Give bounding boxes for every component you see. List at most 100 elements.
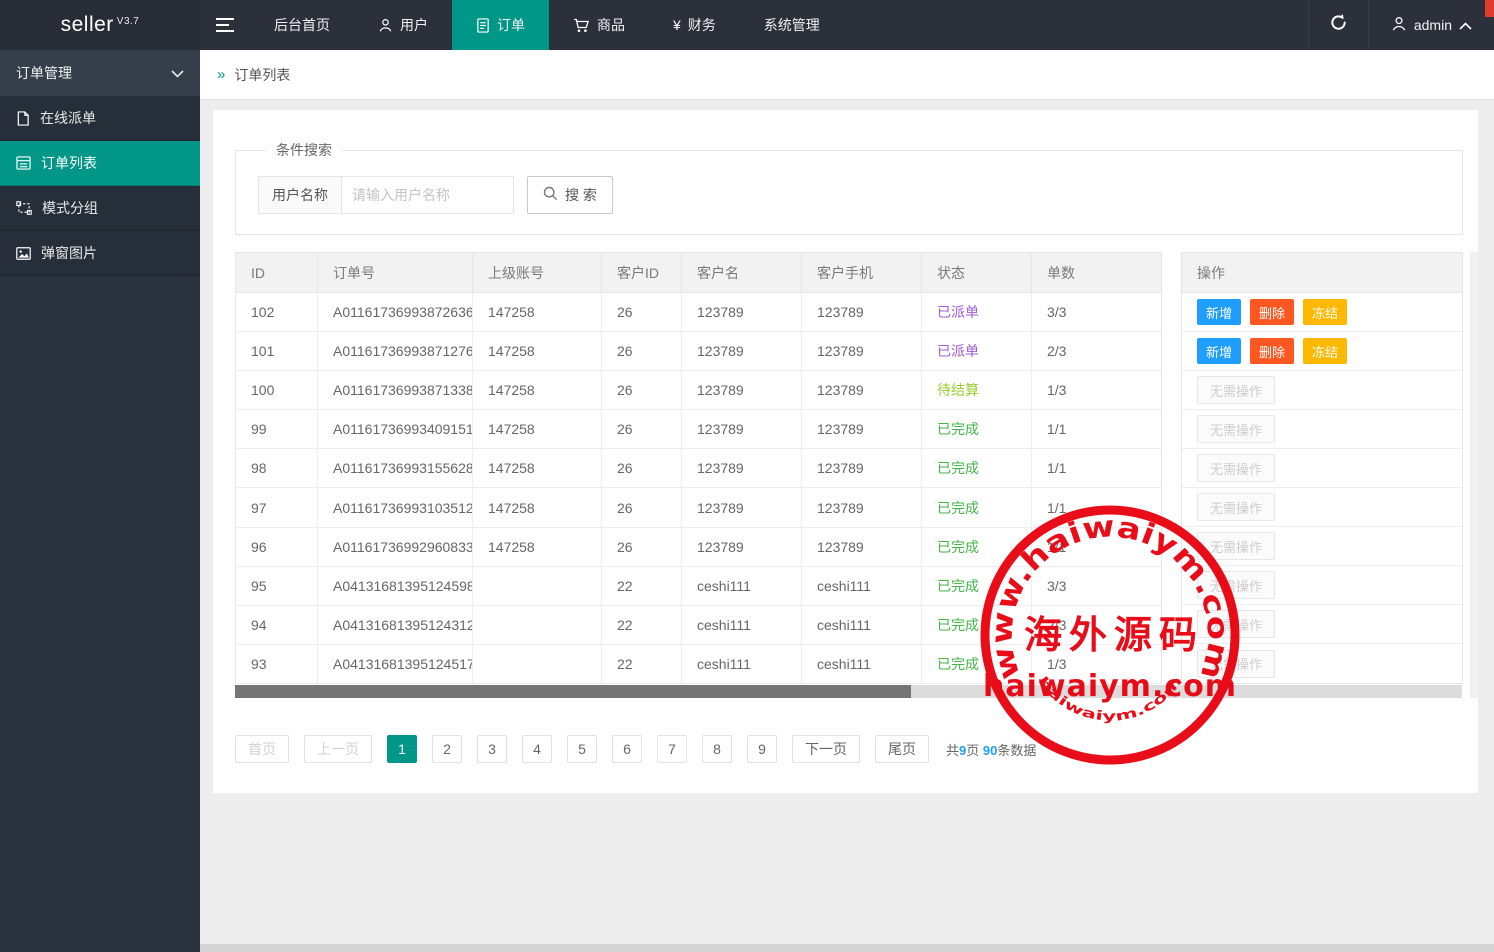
data-cell: 2/3 [1032, 332, 1162, 371]
data-cell: A01161736993871338 [318, 371, 473, 410]
column-header: 上级账号 [473, 253, 602, 293]
data-cell: 1/3 [1032, 371, 1162, 410]
freeze-button[interactable]: 冻结 [1303, 299, 1347, 325]
page-number-button[interactable]: 2 [432, 735, 462, 763]
nav-item-label: 用户 [400, 15, 428, 35]
data-cell: 123789 [682, 293, 802, 332]
vertical-scrollbar[interactable] [1470, 252, 1478, 698]
sidebar-item-mode-group[interactable]: 模式分组 [0, 186, 200, 231]
sidebar-item-label: 弹窗图片 [41, 243, 97, 263]
horizontal-scrollbar-thumb[interactable] [235, 685, 911, 698]
page-number-button[interactable]: 8 [702, 735, 732, 763]
data-cell [473, 644, 602, 683]
nav-item-label: 订单 [497, 15, 525, 35]
nav-item-home[interactable]: 后台首页 [250, 0, 354, 50]
table-row: 101A011617369938712761472582612378912378… [236, 332, 1162, 371]
data-cell: A01161736993872636 [318, 293, 473, 332]
data-cell: 147258 [473, 527, 602, 566]
data-cell: 93 [236, 644, 318, 683]
table-row: 96A0116173699296083314725826123789123789… [236, 527, 1162, 566]
data-cell: ceshi111 [682, 605, 802, 644]
admin-menu[interactable]: admin [1368, 0, 1494, 50]
sidebar-item-order-list[interactable]: 订单列表 [0, 141, 200, 186]
search-button[interactable]: 搜 索 [527, 176, 613, 214]
delete-button[interactable]: 删除 [1250, 299, 1294, 325]
chevron-down-icon [171, 65, 184, 81]
page-number-button[interactable]: 9 [747, 735, 777, 763]
status-cell: 已完成 [922, 410, 1032, 449]
status-badge: 已完成 [937, 460, 979, 476]
sidebar-group-order-management[interactable]: 订单管理 [0, 50, 200, 96]
status-cell: 已完成 [922, 488, 1032, 527]
nav-item-finance[interactable]: ¥财务 [649, 0, 740, 50]
data-cell: 123789 [802, 449, 922, 488]
no-action-button: 无需操作 [1197, 454, 1275, 482]
search-legend: 条件搜索 [266, 140, 342, 160]
order-table: ID订单号上级账号客户ID客户名客户手机状态单数 102A01161736993… [235, 252, 1478, 684]
freeze-button[interactable]: 冻结 [1303, 338, 1347, 364]
actions-row: 无需操作 [1182, 449, 1462, 488]
top-navbar: seller V3.7 后台首页用户订单商品¥财务系统管理 admin [0, 0, 1494, 50]
page-number-button: 1 [387, 735, 417, 763]
data-cell: 147258 [473, 488, 602, 527]
data-cell: 26 [602, 449, 682, 488]
page-number-button[interactable]: 4 [522, 735, 552, 763]
nav-item-label: 商品 [597, 15, 625, 35]
data-cell: 22 [602, 566, 682, 605]
status-badge: 已派单 [937, 343, 979, 359]
data-cell: 147258 [473, 293, 602, 332]
nav-item-orders[interactable]: 订单 [452, 0, 549, 50]
column-header: 客户手机 [802, 253, 922, 293]
status-badge: 已完成 [937, 539, 979, 555]
data-cell: 1/3 [1032, 644, 1162, 683]
data-cell: 22 [602, 644, 682, 683]
page-number-button[interactable]: 6 [612, 735, 642, 763]
page-number-button[interactable]: 7 [657, 735, 687, 763]
column-header: 客户ID [602, 253, 682, 293]
nav-item-system[interactable]: 系统管理 [740, 0, 844, 50]
delete-button[interactable]: 删除 [1250, 338, 1294, 364]
sidebar-item-online-dispatch[interactable]: 在线派单 [0, 96, 200, 141]
table-row: 100A011617369938713381472582612378912378… [236, 371, 1162, 410]
status-badge: 已完成 [937, 617, 979, 633]
data-cell: A04131681395124517 [318, 644, 473, 683]
page-next-button[interactable]: 下一页 [792, 735, 860, 763]
group-icon [16, 201, 32, 215]
yen-icon: ¥ [673, 17, 681, 33]
user-icon [378, 18, 393, 33]
data-cell: 123789 [682, 371, 802, 410]
data-cell: A01161736993871276 [318, 332, 473, 371]
page-number-button[interactable]: 5 [567, 735, 597, 763]
menu-collapse-icon[interactable] [200, 0, 250, 50]
column-header: 单数 [1032, 253, 1162, 293]
no-action-button: 无需操作 [1197, 610, 1275, 638]
corner-marker [1485, 0, 1494, 17]
data-cell: 123789 [802, 371, 922, 410]
no-action-button: 无需操作 [1197, 493, 1275, 521]
no-action-button: 无需操作 [1197, 415, 1275, 443]
horizontal-scrollbar-track[interactable] [235, 685, 1462, 698]
page-last-button[interactable]: 尾页 [875, 735, 929, 763]
actions-row: 无需操作 [1182, 410, 1462, 449]
add-button[interactable]: 新增 [1197, 338, 1241, 364]
add-button[interactable]: 新增 [1197, 299, 1241, 325]
page-icon [16, 111, 30, 126]
top-nav-menu: 后台首页 用户 订单 商品 ¥财务系统管理 [250, 0, 844, 50]
search-icon [543, 186, 558, 204]
chevron-up-icon [1459, 17, 1472, 33]
column-header: 订单号 [318, 253, 473, 293]
data-cell: 3/3 [1032, 293, 1162, 332]
sidebar-group-label: 订单管理 [16, 63, 72, 83]
actions-rows: 新增删除冻结新增删除冻结无需操作无需操作无需操作无需操作无需操作无需操作无需操作… [1182, 293, 1462, 683]
table-row: 95A0413168139512459822ceshi111ceshi111已完… [236, 566, 1162, 605]
nav-item-users[interactable]: 用户 [354, 0, 452, 50]
nav-item-goods[interactable]: 商品 [549, 0, 649, 50]
username-input[interactable] [342, 176, 514, 214]
data-cell: 147258 [473, 449, 602, 488]
data-cell: 123789 [802, 527, 922, 566]
page-number-button[interactable]: 3 [477, 735, 507, 763]
data-cell: 123789 [682, 332, 802, 371]
page-scrollbar[interactable] [200, 944, 1494, 952]
sidebar-item-popup-image[interactable]: 弹窗图片 [0, 231, 200, 276]
refresh-button[interactable] [1308, 0, 1368, 50]
